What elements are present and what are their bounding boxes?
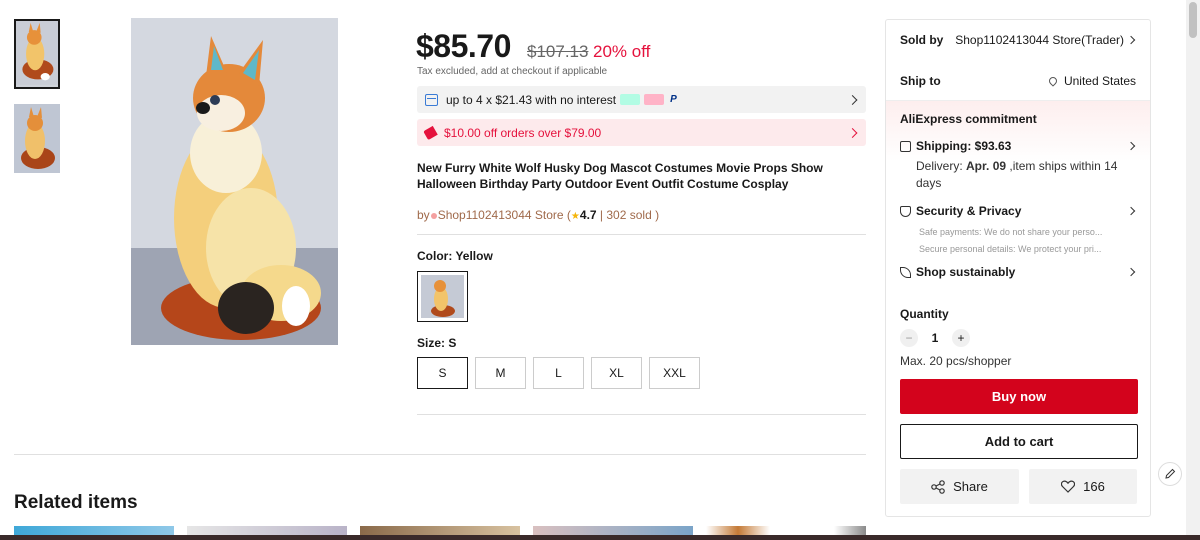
size-option-l[interactable]: L	[533, 357, 584, 389]
shipping-title: Shipping: $93.63	[916, 139, 1012, 153]
share-label: Share	[953, 479, 988, 494]
sold-count: 302 sold	[606, 208, 652, 222]
chevron-right-icon	[847, 94, 858, 105]
quantity-decrease-button[interactable]: −	[900, 329, 918, 347]
discount-badge: 20% off	[593, 42, 651, 61]
leaf-icon	[900, 266, 911, 278]
share-icon	[931, 479, 945, 494]
like-count: 166	[1083, 479, 1105, 494]
add-to-cart-button[interactable]: Add to cart	[900, 424, 1138, 459]
sold-by-value: Shop1102413044 Store(Trader)	[955, 33, 1124, 47]
heart-icon	[1061, 480, 1076, 493]
delivery-date: Apr. 09	[966, 159, 1007, 173]
edit-button[interactable]	[1158, 462, 1182, 486]
quantity-label: Quantity	[900, 307, 949, 321]
pencil-icon	[1165, 468, 1176, 479]
quantity-value[interactable]: 1	[918, 331, 952, 345]
scrollbar-thumb[interactable]	[1189, 2, 1197, 38]
store-rating: 4.7	[579, 208, 597, 222]
size-label: Size: S	[417, 336, 457, 350]
paypal-logo-icon: P	[670, 94, 677, 105]
divider	[417, 414, 866, 415]
star-icon: ★	[570, 211, 580, 222]
store-link[interactable]: Shop1102413044 Store	[438, 208, 564, 222]
sold-by-row[interactable]: Sold by Shop1102413044 Store(Trader)	[900, 33, 1136, 47]
by-label: by	[417, 208, 430, 222]
ship-to-value: United States	[1063, 74, 1136, 88]
ship-to-label: Ship to	[900, 74, 941, 88]
delivery-info: Delivery: Apr. 09 ,item ships within 14 …	[916, 158, 1131, 192]
installment-text: up to 4 x $21.43 with no interest	[446, 92, 617, 107]
ship-to-row[interactable]: Ship to United States	[900, 74, 1136, 88]
max-quantity-note: Max. 20 pcs/shopper	[900, 354, 1012, 368]
ship-to-value-wrap: United States	[1047, 74, 1136, 88]
coupon-text: $10.00 off orders over $79.00	[444, 125, 602, 140]
delivery-prefix: Delivery:	[916, 159, 967, 173]
size-option-xl[interactable]: XL	[591, 357, 642, 389]
product-title: New Furry White Wolf Husky Dog Mascot Co…	[417, 161, 823, 191]
color-swatch-image	[421, 275, 464, 318]
quantity-stepper: − 1 +	[900, 329, 970, 347]
vertical-scrollbar[interactable]	[1186, 0, 1200, 540]
size-option-s[interactable]: S	[417, 357, 468, 389]
original-price: $107.13	[527, 42, 589, 61]
truck-icon	[900, 140, 911, 152]
color-label: Color: Yellow	[417, 249, 493, 263]
share-button[interactable]: Share	[900, 469, 1019, 504]
tax-note: Tax excluded, add at checkout if applica…	[417, 66, 608, 77]
size-option-xxl[interactable]: XXL	[649, 357, 700, 389]
security-privacy-info[interactable]: Security & Privacy Safe payments: We do …	[900, 204, 1136, 258]
security-details: Safe payments: We do not share your pers…	[919, 224, 1119, 258]
fox-mascot-thumbnail-2	[14, 104, 60, 173]
store-icon	[430, 213, 437, 219]
chevron-right-icon	[847, 127, 858, 138]
product-main-image[interactable]	[131, 18, 338, 345]
security-line-payments: Safe payments: We do not share your pers…	[919, 227, 1103, 237]
shipping-info[interactable]: Shipping: $93.63 Delivery: Apr. 09 ,item…	[900, 139, 1136, 192]
location-pin-icon	[1047, 75, 1059, 87]
calendar-icon	[425, 93, 438, 106]
paren-open: (	[563, 208, 571, 222]
tag-icon	[423, 125, 438, 140]
klarna-logo-icon	[644, 94, 665, 105]
chevron-right-icon	[1126, 35, 1136, 45]
shop-sustainably-info[interactable]: Shop sustainably	[900, 265, 1136, 279]
afterpay-logo-icon	[620, 94, 641, 105]
fox-mascot-thumbnail-1	[16, 21, 58, 85]
commitment-title: AliExpress commitment	[900, 112, 1037, 126]
size-options: S M L XL XXL	[417, 357, 700, 389]
section-divider	[14, 454, 866, 455]
divider-bar: |	[596, 208, 607, 222]
wishlist-button[interactable]: 166	[1029, 469, 1137, 504]
gallery-thumbnail-2[interactable]	[14, 104, 60, 173]
gallery-thumbnail-1[interactable]	[14, 19, 60, 89]
seller-line: by Shop1102413044 Store (★4.7 | 302 sold …	[417, 208, 659, 222]
sustain-title: Shop sustainably	[916, 265, 1016, 279]
purchase-panel: Sold by Shop1102413044 Store(Trader) Shi…	[885, 19, 1151, 517]
current-price: $85.70	[416, 28, 511, 64]
size-option-m[interactable]: M	[475, 357, 526, 389]
installment-banner[interactable]: up to 4 x $21.43 with no interest P	[417, 86, 866, 113]
divider	[417, 234, 866, 235]
buy-now-button[interactable]: Buy now	[900, 379, 1138, 414]
security-title: Security & Privacy	[916, 204, 1022, 218]
paren-close: )	[651, 208, 660, 222]
quantity-increase-button[interactable]: +	[952, 329, 970, 347]
sold-by-label: Sold by	[900, 33, 944, 47]
security-line-details: Secure personal details: We protect your…	[919, 244, 1102, 254]
fox-mascot-photo	[131, 18, 338, 345]
color-option-yellow[interactable]	[417, 271, 468, 322]
shield-icon	[900, 205, 911, 217]
coupon-banner[interactable]: $10.00 off orders over $79.00	[417, 119, 866, 146]
bottom-edge	[0, 535, 1200, 540]
related-items-heading: Related items	[14, 492, 138, 513]
